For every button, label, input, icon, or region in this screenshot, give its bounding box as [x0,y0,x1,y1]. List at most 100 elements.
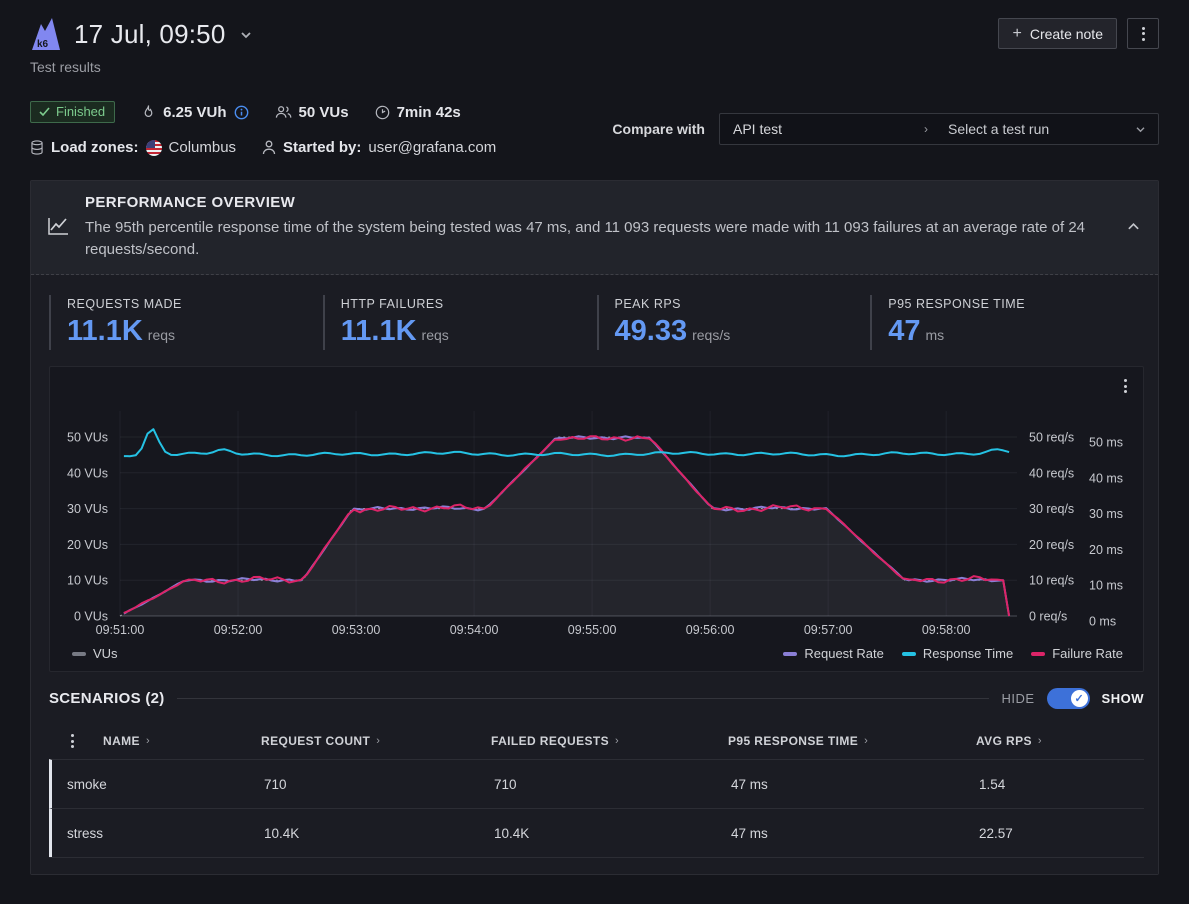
hide-label: HIDE [1001,691,1034,706]
column-header-request-count[interactable]: REQUEST COUNT› [253,734,483,748]
svg-text:40 ms: 40 ms [1089,471,1123,485]
header-kebab-menu-button[interactable] [1127,18,1159,49]
svg-text:30 VUs: 30 VUs [67,502,108,516]
vuh-metric: 6.25 VUh [141,104,248,121]
overview-chart-panel: 0 VUs 10 VUs 20 VUs 30 VUs 40 VUs 50 VUs 0 req… [49,366,1144,672]
title-chevron-down-icon[interactable] [240,27,252,42]
overview-body: REQUESTS MADE 11.1Kreqs HTTP FAILURES 11… [31,275,1158,874]
column-header-p95-response-time[interactable]: P95 RESPONSE TIME› [720,734,968,748]
legend-failure-rate[interactable]: Failure Rate [1031,646,1123,661]
svg-text:09:53:00: 09:53:00 [332,623,381,637]
info-icon[interactable] [234,105,249,120]
svg-text:09:57:00: 09:57:00 [804,623,853,637]
request-rate-swatch [783,652,797,656]
chart-line-icon [47,216,69,241]
svg-text:09:56:00: 09:56:00 [686,623,735,637]
flame-icon [141,104,156,120]
vus-metric: 50 VUs [275,104,349,121]
divider [49,857,1144,858]
svg-text:50 req/s: 50 req/s [1029,431,1074,445]
chart-kebab-menu[interactable] [1124,379,1127,393]
scenarios-title: SCENARIOS (2) [49,690,165,707]
duration-metric: 7min 42s [375,104,461,121]
svg-text:50 ms: 50 ms [1089,436,1123,450]
check-icon [39,107,50,116]
chart-legend: VUs Request Rate Response Time [50,644,1143,671]
kebab-icon [71,734,74,748]
svg-text:30 req/s: 30 req/s [1029,502,1074,516]
svg-text:09:51:00: 09:51:00 [96,623,145,637]
overview-title: PERFORMANCE OVERVIEW [85,194,1111,211]
page-header: k6 17 Jul, 09:50 Test results + Create n… [30,16,1159,75]
compare-project-select[interactable]: API test › [720,121,938,137]
svg-text:09:52:00: 09:52:00 [214,623,263,637]
column-header-avg-rps[interactable]: AVG RPS› [968,734,1144,748]
performance-overview-header[interactable]: PERFORMANCE OVERVIEW The 95th percentile… [31,181,1158,275]
svg-text:50 VUs: 50 VUs [67,431,108,445]
legend-request-rate[interactable]: Request Rate [783,646,884,661]
us-flag-icon [146,140,162,156]
show-hide-toggle[interactable]: ✓ [1047,688,1090,709]
run-meta-section: Finished 6.25 VUh 50 VUs [30,101,1159,156]
divider [177,698,990,699]
table-row-smoke[interactable]: smoke 710 710 47 ms 1.54 [49,759,1144,808]
svg-text:40 req/s: 40 req/s [1029,466,1074,480]
scenarios-header: SCENARIOS (2) HIDE ✓ SHOW [49,688,1144,709]
legend-vus[interactable]: VUs [72,646,118,661]
column-header-name[interactable]: NAME› [95,734,253,748]
stat-peak-rps: PEAK RPS 49.33reqs/s [597,295,871,350]
table-row-stress[interactable]: stress 10.4K 10.4K 47 ms 22.57 [49,808,1144,857]
create-note-button[interactable]: + Create note [998,18,1117,49]
compare-with-control: Compare with API test › Select a test ru… [612,113,1159,145]
load-zones: Load zones: Columbus [30,139,236,156]
svg-text:20 ms: 20 ms [1089,543,1123,557]
svg-text:0 req/s: 0 req/s [1029,610,1067,624]
svg-text:k6: k6 [37,39,49,50]
scenarios-table-header: NAME› REQUEST COUNT› FAILED REQUESTS› P9… [49,723,1144,759]
page-subtitle: Test results [30,59,252,75]
column-header-failed-requests[interactable]: FAILED REQUESTS› [483,734,720,748]
k6-logo-icon: k6 [30,16,62,52]
svg-text:20 VUs: 20 VUs [67,538,108,552]
users-icon [275,105,292,119]
clock-icon [375,105,390,120]
stats-row: REQUESTS MADE 11.1Kreqs HTTP FAILURES 11… [49,295,1144,350]
toggle-knob-check-icon: ✓ [1071,690,1088,707]
plus-icon: + [1012,26,1021,42]
svg-text:20 req/s: 20 req/s [1029,538,1074,552]
collapse-chevron-up-icon[interactable] [1127,218,1140,236]
svg-text:10 req/s: 10 req/s [1029,574,1074,588]
stat-http-failures: HTTP FAILURES 11.1Kreqs [323,295,597,350]
svg-text:10 VUs: 10 VUs [67,574,108,588]
database-icon [30,140,44,155]
timeseries-chart[interactable]: 0 VUs 10 VUs 20 VUs 30 VUs 40 VUs 50 VUs 0 req… [50,371,1143,644]
stat-p95-response-time: P95 RESPONSE TIME 47ms [870,295,1144,350]
show-label: SHOW [1102,691,1144,706]
svg-text:0 VUs: 0 VUs [74,610,108,624]
kebab-icon [1124,379,1127,393]
svg-text:09:55:00: 09:55:00 [568,623,617,637]
stat-requests-made: REQUESTS MADE 11.1Kreqs [49,295,323,350]
scenarios-table: NAME› REQUEST COUNT› FAILED REQUESTS› P9… [49,723,1144,858]
compare-with-label: Compare with [612,121,705,137]
person-icon [262,140,276,155]
svg-text:40 VUs: 40 VUs [67,466,108,480]
failure-rate-swatch [1031,652,1045,656]
chevron-down-icon [1135,122,1146,136]
status-badge: Finished [30,101,115,123]
response-time-swatch [902,652,916,656]
svg-text:30 ms: 30 ms [1089,507,1123,521]
table-kebab-menu[interactable] [49,734,95,748]
page-title: 17 Jul, 09:50 [74,19,226,50]
kebab-icon [1142,27,1145,41]
overview-description: The 95th percentile response time of the… [85,217,1090,261]
chevron-right-icon: › [924,122,928,136]
legend-response-time[interactable]: Response Time [902,646,1013,661]
svg-text:10 ms: 10 ms [1089,579,1123,593]
svg-text:0 ms: 0 ms [1089,615,1116,629]
started-by: Started by: user@grafana.com [262,139,496,156]
compare-test-run-select[interactable]: Select a test run [938,121,1158,137]
performance-overview-panel: PERFORMANCE OVERVIEW The 95th percentile… [30,180,1159,875]
test-results-page: k6 17 Jul, 09:50 Test results + Create n… [0,0,1189,875]
svg-text:09:54:00: 09:54:00 [450,623,499,637]
